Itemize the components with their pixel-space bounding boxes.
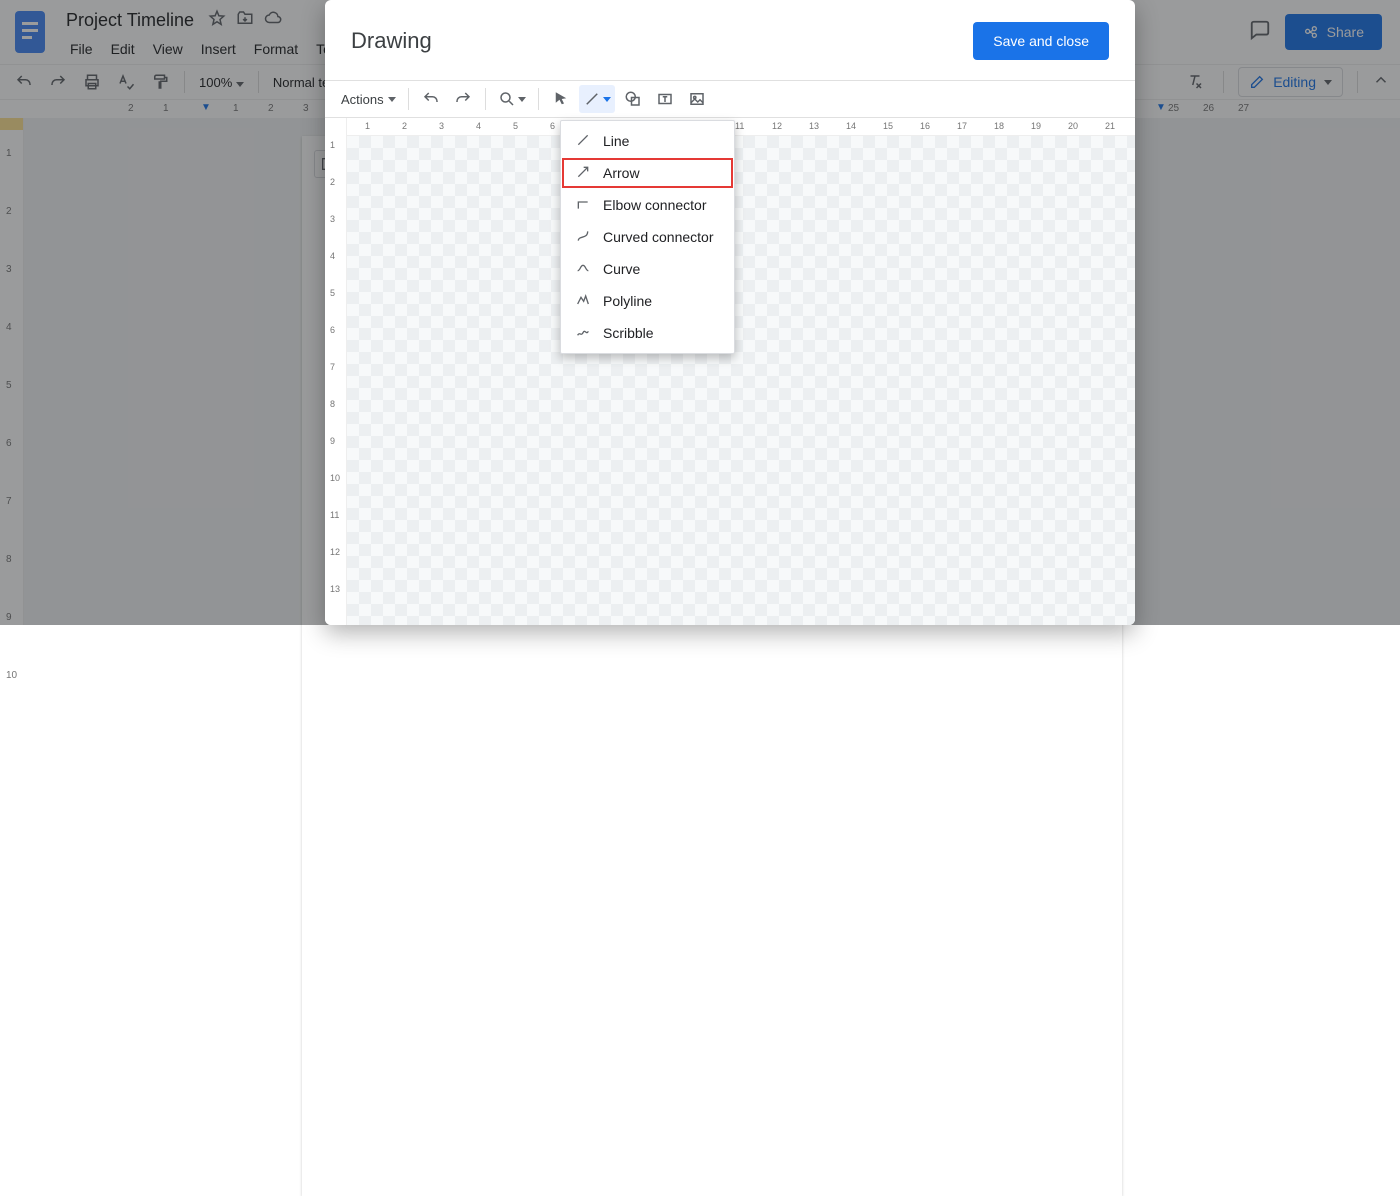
shape-tool-icon[interactable] [619, 85, 647, 113]
line-type-menu: Line Arrow Elbow connector Curved connector… [560, 120, 735, 354]
line-menu-item-label: Curved connector [603, 229, 714, 245]
line-menu-item-label: Scribble [603, 325, 654, 341]
drawing-horizontal-ruler: 123456789101112131415161718192021 [347, 118, 1135, 136]
redo-icon[interactable] [449, 85, 477, 113]
drawing-vertical-ruler: 12345678910111213 [325, 118, 347, 625]
undo-icon[interactable] [417, 85, 445, 113]
image-tool-icon[interactable] [683, 85, 711, 113]
line-menu-item-elbow[interactable]: Elbow connector [561, 189, 734, 221]
curved-icon [575, 228, 591, 247]
line-menu-item-label: Elbow connector [603, 197, 707, 213]
zoom-menu[interactable] [494, 85, 530, 113]
line-icon [575, 132, 591, 151]
dialog-title: Drawing [351, 28, 432, 54]
line-menu-item-curve[interactable]: Curve [561, 253, 734, 285]
line-menu-item-polyline[interactable]: Polyline [561, 285, 734, 317]
line-tool-button[interactable] [579, 85, 615, 113]
polyline-icon [575, 292, 591, 311]
dialog-header: Drawing Save and close [325, 0, 1135, 80]
chevron-down-icon [603, 97, 611, 102]
drawing-toolbar: Actions [325, 80, 1135, 118]
line-menu-item-arrow[interactable]: Arrow [561, 157, 734, 189]
line-menu-item-label: Arrow [603, 165, 640, 181]
actions-menu[interactable]: Actions [337, 85, 400, 113]
line-menu-item-line[interactable]: Line [561, 125, 734, 157]
save-and-close-button[interactable]: Save and close [973, 22, 1109, 60]
arrow-icon [575, 164, 591, 183]
line-menu-item-label: Polyline [603, 293, 652, 309]
select-tool-icon[interactable] [547, 85, 575, 113]
drawing-canvas[interactable] [347, 136, 1135, 625]
textbox-tool-icon[interactable] [651, 85, 679, 113]
line-menu-item-curved[interactable]: Curved connector [561, 221, 734, 253]
line-menu-item-label: Curve [603, 261, 640, 277]
elbow-icon [575, 196, 591, 215]
chevron-down-icon [388, 97, 396, 102]
curve-icon [575, 260, 591, 279]
chevron-down-icon [518, 97, 526, 102]
line-menu-item-label: Line [603, 133, 629, 149]
scribble-icon [575, 324, 591, 343]
line-menu-item-scribble[interactable]: Scribble [561, 317, 734, 349]
